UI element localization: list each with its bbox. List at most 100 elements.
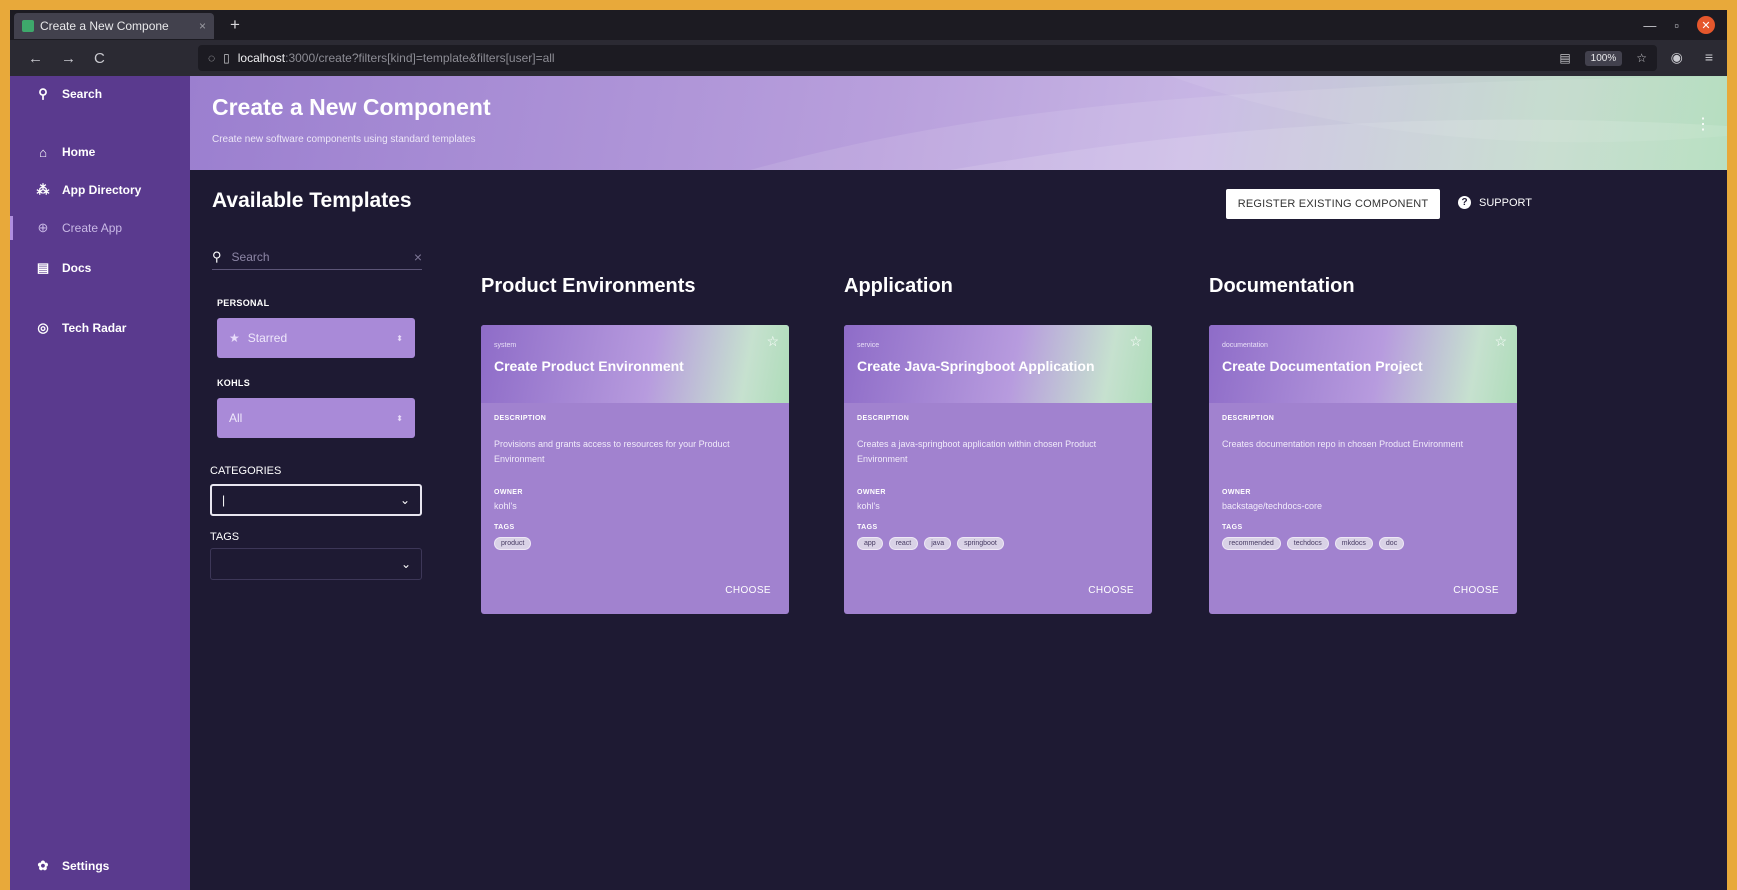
new-tab-button[interactable]: + [230, 15, 240, 35]
favorite-star-icon[interactable]: ☆ [766, 333, 779, 350]
sidebar: ⚲ Search ⌂ Home ⁂ App Directory ⊕ Create… [10, 76, 190, 890]
tag-chip[interactable]: product [494, 537, 532, 550]
menu-icon[interactable]: ≡ [1705, 49, 1713, 66]
star-icon: ★ [229, 331, 240, 345]
bookmark-star-icon[interactable]: ☆ [1636, 51, 1647, 65]
back-button[interactable]: ← [28, 50, 43, 67]
sidebar-item-search[interactable]: ⚲ Search [10, 78, 190, 110]
template-card: service Create Java-Springboot Applicati… [844, 325, 1152, 614]
choose-button[interactable]: CHOOSE [1088, 585, 1134, 596]
sidebar-item-tech-radar[interactable]: ◎ Tech Radar [10, 312, 190, 344]
column-title: Application [844, 275, 953, 297]
search-icon: ⚲ [212, 248, 222, 264]
choose-button[interactable]: CHOOSE [1453, 585, 1499, 596]
header-wave-decoration [750, 76, 1727, 170]
favorite-star-icon[interactable]: ☆ [1129, 333, 1142, 350]
zoom-level[interactable]: 100% [1584, 50, 1623, 66]
tag-chip[interactable]: app [857, 537, 883, 550]
card-title: Create Java-Springboot Application [857, 358, 1095, 374]
tags-label: TAGS [857, 524, 878, 531]
sidebar-item-settings[interactable]: ✿ Settings [10, 850, 190, 882]
tag-chip[interactable]: mkdocs [1334, 537, 1373, 550]
card-owner: backstage/techdocs-core [1222, 501, 1323, 511]
card-description: Creates documentation repo in chosen Pro… [1222, 439, 1464, 449]
categories-label: CATEGORIES [210, 465, 282, 477]
card-kind: documentation [1222, 342, 1268, 349]
url-path: :3000/create?filters[kind]=template&filt… [285, 51, 555, 65]
register-existing-component-button[interactable]: REGISTER EXISTING COMPONENT [1226, 189, 1440, 219]
categories-dropdown[interactable]: | ⌄ [210, 484, 422, 516]
tab-bar: Create a New Compone × + — ▫ ✕ [10, 10, 1727, 40]
more-options-icon[interactable]: ⋮ [1695, 114, 1711, 134]
tag-chip[interactable]: doc [1378, 537, 1405, 550]
app-root: ⚲ Search ⌂ Home ⁂ App Directory ⊕ Create… [10, 76, 1727, 890]
url-host: localhost [237, 51, 286, 65]
reload-button[interactable]: C [94, 50, 105, 67]
sidebar-item-label: Tech Radar [62, 321, 127, 335]
tag-list: app react java springboot [857, 537, 1004, 550]
clear-search-icon[interactable]: × [414, 249, 422, 265]
card-kind: service [857, 342, 880, 349]
org-filter-label: KOHLS [217, 378, 250, 388]
tags-label: TAGS [1222, 524, 1243, 531]
page-header: Create a New Component Create new softwa… [190, 76, 1727, 170]
tag-list: product [494, 537, 532, 550]
tag-list: recommended techdocs mkdocs doc [1222, 537, 1405, 550]
search-placeholder: Search [231, 249, 270, 264]
docs-icon: ▤ [36, 260, 50, 275]
tags-label: TAGS [210, 531, 240, 543]
browser-window: Create a New Compone × + — ▫ ✕ ← → C ◌ ▯… [10, 10, 1727, 890]
card-header: system Create Product Environment ☆ [481, 325, 789, 403]
forward-button[interactable]: → [61, 50, 76, 67]
reader-view-icon[interactable]: ▤ [1559, 51, 1570, 65]
sidebar-item-app-directory[interactable]: ⁂ App Directory [10, 174, 190, 206]
owner-label: OWNER [1222, 489, 1251, 496]
favorite-star-icon[interactable]: ☆ [1494, 333, 1507, 350]
card-header: service Create Java-Springboot Applicati… [844, 325, 1152, 403]
card-owner: kohl's [857, 501, 880, 511]
shield-icon: ◌ [208, 51, 216, 65]
description-label: DESCRIPTION [857, 415, 910, 422]
chevron-down-icon: ⌄ [400, 557, 411, 571]
favicon-icon [22, 20, 34, 32]
tags-dropdown[interactable]: ⌄ [210, 548, 422, 580]
personal-filter-select[interactable]: ★ Starred ⬍ [217, 318, 415, 358]
select-arrows-icon: ⬍ [396, 333, 403, 343]
window-controls: — ▫ ✕ [1643, 16, 1715, 34]
app-directory-icon: ⁂ [36, 182, 50, 197]
tag-chip[interactable]: react [888, 537, 919, 550]
tab-close-button[interactable]: × [199, 19, 206, 33]
url-bar[interactable]: ◌ ▯ localhost :3000/create?filters[kind]… [198, 45, 1657, 71]
card-description: Creates a java-springboot application wi… [857, 439, 1097, 464]
sidebar-item-label: Settings [62, 859, 110, 873]
support-button[interactable]: ? SUPPORT [1458, 196, 1532, 209]
template-card: system Create Product Environment ☆ DESC… [481, 325, 789, 614]
sidebar-item-docs[interactable]: ▤ Docs [10, 252, 190, 284]
pocket-icon[interactable]: ◉ [1671, 49, 1683, 66]
close-window-icon[interactable]: ✕ [1697, 16, 1715, 34]
help-icon: ? [1458, 196, 1471, 209]
tag-chip[interactable]: springboot [957, 537, 1004, 550]
tech-radar-icon: ◎ [37, 320, 49, 335]
card-title: Create Documentation Project [1222, 358, 1423, 374]
tag-chip[interactable]: recommended [1222, 537, 1281, 550]
browser-tab[interactable]: Create a New Compone × [14, 13, 214, 39]
tag-chip[interactable]: techdocs [1286, 537, 1329, 550]
template-search-input[interactable]: ⚲ Search × [212, 244, 422, 270]
card-title: Create Product Environment [494, 358, 684, 374]
sidebar-item-create-app[interactable]: ⊕ Create App [10, 212, 190, 244]
section-title: Available Templates [212, 189, 412, 212]
chevron-down-icon: ⌄ [399, 493, 410, 507]
page-title: Create a New Component [212, 94, 491, 120]
select-arrows-icon: ⬍ [396, 413, 403, 423]
description-label: DESCRIPTION [494, 415, 547, 422]
page-icon: ▯ [223, 51, 230, 65]
search-icon: ⚲ [38, 86, 48, 101]
maximize-icon[interactable]: ▫ [1674, 18, 1679, 33]
personal-filter-value: Starred [247, 331, 288, 345]
minimize-icon[interactable]: — [1643, 18, 1656, 33]
tag-chip[interactable]: java [924, 537, 952, 550]
org-filter-select[interactable]: All ⬍ [217, 398, 415, 438]
choose-button[interactable]: CHOOSE [725, 585, 771, 596]
sidebar-item-home[interactable]: ⌂ Home [10, 136, 190, 168]
